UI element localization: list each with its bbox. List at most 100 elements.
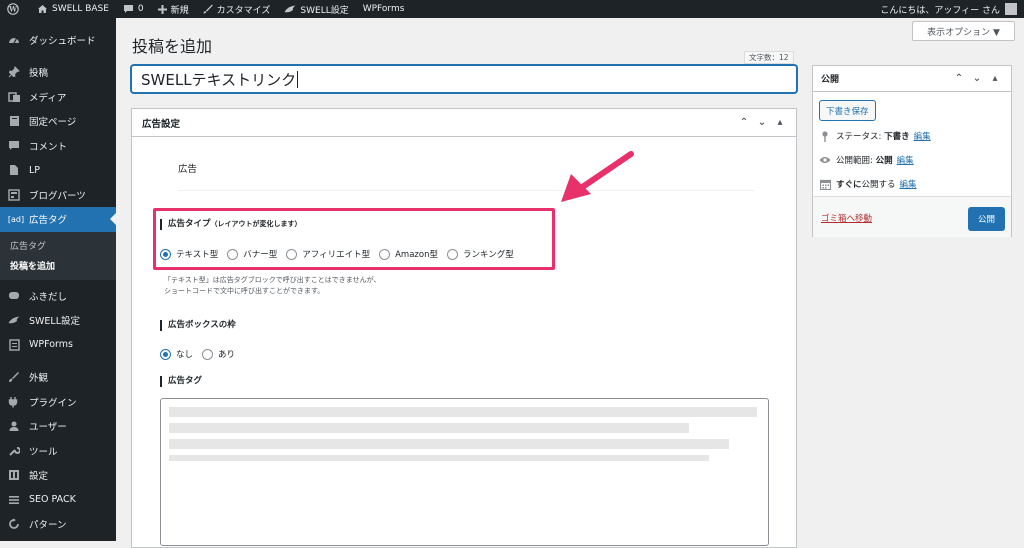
- sidebar-item-lp[interactable]: LP: [0, 158, 116, 183]
- move-up-icon[interactable]: ⌃: [953, 73, 965, 84]
- swell-icon: [7, 313, 21, 327]
- radio-label: なし: [176, 350, 194, 360]
- radio-button[interactable]: [160, 348, 171, 360]
- sidebar-item-label: 広告タグ: [29, 215, 68, 227]
- sidebar-item-label: ダッシュボード: [29, 36, 96, 47]
- sidebar-item-plugins[interactable]: プラグイン: [0, 390, 116, 415]
- new-content-link[interactable]: 新規: [151, 0, 196, 18]
- ad-type-highlight-box: [153, 208, 555, 270]
- post-title-input[interactable]: SWELLテキストリンク: [131, 65, 797, 93]
- ad-settings-header: 広告設定 ⌃ ⌄ ▴: [132, 109, 796, 137]
- sidebar-item-label: コメント: [29, 141, 68, 153]
- ad-tag-textarea[interactable]: [160, 398, 769, 546]
- admin-bar: W SWELL BASE 0 新規 カスタマイズ SWELL設定 WPForms…: [0, 0, 1024, 18]
- customize-link[interactable]: カスタマイズ: [196, 0, 278, 18]
- page-title: 投稿を追加: [132, 37, 213, 56]
- screen-options-button[interactable]: 表示オプション ▼: [912, 21, 1015, 41]
- ad-settings-title: 広告設定: [142, 118, 181, 130]
- wpforms-label: WPForms: [362, 4, 405, 14]
- section-label-ad: 広告: [178, 164, 198, 175]
- sidebar-item-balloon[interactable]: ふきだし: [0, 284, 116, 309]
- greeting-text: こんにちは、アッフィー さん: [880, 5, 1000, 16]
- sidebar-item-appearance[interactable]: 外観: [0, 365, 116, 390]
- sidebar-item-ad-tags[interactable]: [ad] 広告タグ: [0, 207, 116, 232]
- collapse-icon[interactable]: ▴: [774, 117, 786, 128]
- wpforms-link[interactable]: WPForms: [356, 0, 412, 18]
- sidebar-item-label: プラグイン: [29, 397, 77, 409]
- publish-box: 公開 ⌃ ⌄ ▴ 下書き保存 ステータス: 下書き 編集 公開範囲: 公開 編集…: [812, 65, 1012, 237]
- edit-status-link[interactable]: 編集: [914, 130, 931, 142]
- pattern-icon: [7, 517, 21, 531]
- plus-icon: [157, 4, 167, 14]
- sidebar-item-users[interactable]: ユーザー: [0, 414, 116, 439]
- seo-icon: [7, 493, 21, 507]
- submenu-item-add-new[interactable]: 投稿を追加: [0, 256, 116, 276]
- admin-sidebar: ダッシュボード 投稿 メディア 固定ページ コメント LP ブログパーツ [ad…: [0, 18, 116, 541]
- move-to-trash-link[interactable]: ゴミ箱へ移動: [821, 212, 872, 224]
- sidebar-item-comments[interactable]: コメント: [0, 134, 116, 159]
- wordpress-logo-icon[interactable]: W: [0, 0, 30, 18]
- sidebar-item-swell-settings[interactable]: SWELL設定: [0, 308, 116, 333]
- edit-visibility-link[interactable]: 編集: [897, 154, 914, 166]
- move-up-icon[interactable]: ⌃: [738, 117, 750, 128]
- sidebar-item-label: SEO PACK: [29, 494, 76, 506]
- publish-actions: ゴミ箱へ移動 公開: [813, 196, 1011, 237]
- balloon-icon: [7, 289, 21, 303]
- visibility-label: 公開範囲:: [836, 156, 873, 166]
- blogparts-icon: [7, 188, 21, 202]
- move-down-icon[interactable]: ⌄: [756, 117, 768, 128]
- eye-icon: [819, 156, 831, 164]
- ad-settings-box: 広告設定 ⌃ ⌄ ▴ 広告 広告タイプ（レイアウトが変化します） テキスト型 バ…: [131, 108, 797, 548]
- blurred-content: [169, 407, 757, 417]
- media-icon: [7, 90, 21, 104]
- dashboard-icon: [7, 33, 21, 47]
- ad-type-help-text: 「テキスト型」は広告タグブロックで呼び出すことはできませんが、 ショートコードで…: [164, 275, 380, 297]
- account-menu[interactable]: こんにちは、アッフィー さん: [873, 0, 1024, 18]
- radio-button[interactable]: [202, 348, 214, 360]
- visibility-row: 公開範囲: 公開 編集: [819, 154, 914, 166]
- plugin-icon: [7, 395, 21, 409]
- sidebar-item-settings[interactable]: 設定: [0, 463, 116, 488]
- publish-button[interactable]: 公開: [968, 207, 1005, 231]
- sidebar-item-label: パターン: [29, 520, 67, 532]
- swell-settings-label: SWELL設定: [300, 5, 349, 16]
- text-caret: [297, 70, 299, 88]
- sidebar-item-dashboard[interactable]: ダッシュボード: [0, 28, 116, 52]
- appearance-icon: [7, 370, 21, 384]
- save-draft-button[interactable]: 下書き保存: [819, 100, 876, 121]
- swell-settings-link[interactable]: SWELL設定: [277, 0, 355, 18]
- svg-text:W: W: [8, 5, 17, 14]
- sidebar-item-patterns[interactable]: パターン: [0, 512, 116, 537]
- sidebar-item-tools[interactable]: ツール: [0, 439, 116, 464]
- sidebar-item-blogparts[interactable]: ブログパーツ: [0, 183, 116, 208]
- comments-link[interactable]: 0: [116, 0, 151, 18]
- comments-count: 0: [137, 4, 144, 14]
- pin-icon: [819, 130, 831, 142]
- settings-icon: [7, 468, 21, 482]
- sidebar-item-pages[interactable]: 固定ページ: [0, 109, 116, 134]
- status-label: ステータス:: [836, 132, 882, 142]
- visibility-value: 公開: [875, 156, 893, 166]
- radio-border-yes[interactable]: あり: [202, 348, 235, 360]
- site-name-link[interactable]: SWELL BASE: [30, 0, 116, 18]
- submenu-item-ad-tags[interactable]: 広告タグ: [0, 236, 116, 256]
- collapse-icon[interactable]: ▴: [989, 73, 1001, 84]
- lp-icon: [7, 163, 21, 177]
- move-down-icon[interactable]: ⌄: [971, 73, 983, 84]
- schedule-row: すぐに 公開する 編集: [819, 178, 917, 190]
- sidebar-item-label: SWELL設定: [29, 316, 81, 328]
- sidebar-item-wpforms[interactable]: WPForms: [0, 333, 116, 358]
- sidebar-item-seo-pack[interactable]: SEO PACK: [0, 488, 116, 513]
- comment-bubble-icon: [123, 5, 133, 13]
- sidebar-item-media[interactable]: メディア: [0, 85, 116, 110]
- brush-icon: [203, 4, 213, 14]
- customize-label: カスタマイズ: [216, 5, 271, 16]
- sidebar-item-posts[interactable]: 投稿: [0, 60, 116, 85]
- ad-box-border-title: 広告ボックスの枠: [160, 320, 236, 331]
- ad-tags-submenu: 広告タグ 投稿を追加: [0, 231, 116, 280]
- sidebar-item-label: ふきだし: [29, 291, 68, 303]
- publish-header: 公開 ⌃ ⌄ ▴: [813, 66, 1011, 92]
- edit-schedule-link[interactable]: 編集: [900, 178, 917, 190]
- sidebar-item-label: 固定ページ: [29, 117, 77, 129]
- radio-border-none[interactable]: なし: [160, 348, 193, 360]
